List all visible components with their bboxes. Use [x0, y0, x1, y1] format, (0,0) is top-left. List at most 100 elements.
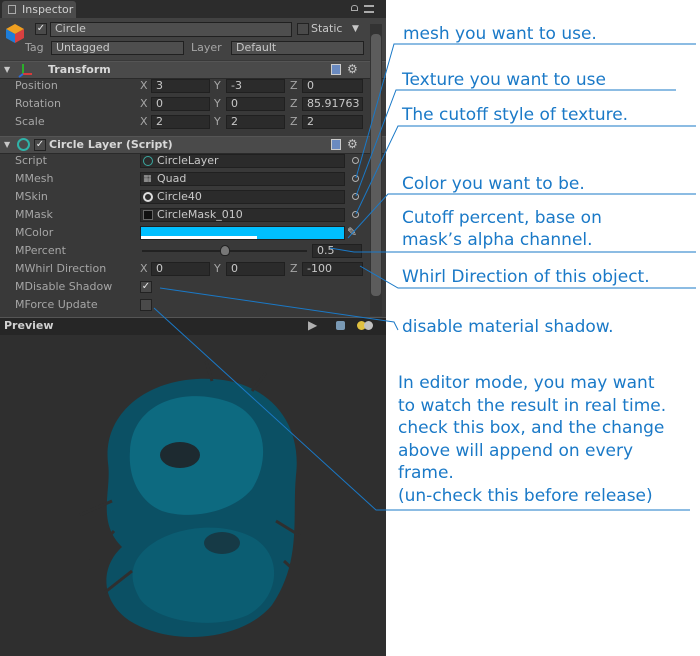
force-label: MForce Update: [15, 298, 98, 311]
transform-x-input[interactable]: 0: [151, 97, 210, 111]
tab-label: Inspector: [22, 3, 74, 16]
x-axis-label: X: [140, 79, 148, 92]
tab-inspector[interactable]: Inspector: [2, 1, 76, 18]
y-axis-label: Y: [214, 79, 221, 92]
cube-icon: [6, 24, 24, 43]
whirl-z-input[interactable]: -100: [302, 262, 363, 276]
annotation-shadow: disable material shadow.: [402, 317, 614, 337]
shadow-label: MDisable Shadow: [15, 280, 113, 293]
play-icon[interactable]: ▶: [308, 318, 317, 332]
preview-header[interactable]: [0, 317, 386, 335]
object-picker-icon[interactable]: [352, 211, 359, 218]
preview-area: [0, 335, 386, 656]
annotation-force-line: check this box, and the change: [398, 418, 665, 438]
menu-icon[interactable]: [364, 5, 374, 13]
annotation-force-line: (un-check this before release): [398, 485, 653, 506]
foldout-arrow-icon[interactable]: ▼: [4, 138, 10, 152]
color-label: MColor: [15, 226, 54, 239]
annotation-color: Color you want to be.: [402, 174, 585, 194]
annotation-percent-line1: Cutoff percent, base on: [402, 208, 602, 228]
annotation-texture: Texture you want to use: [402, 70, 606, 90]
whirl-hole-lower: [204, 532, 240, 554]
percent-input[interactable]: 0.5: [312, 244, 362, 258]
transform-y-input[interactable]: -3: [226, 79, 285, 93]
percent-label: MPercent: [15, 244, 66, 257]
texture-mask-icon: [143, 210, 153, 220]
object-picker-icon[interactable]: [352, 193, 359, 200]
script-icon: [17, 138, 30, 151]
z-axis-label: Z: [290, 79, 298, 92]
object-picker-icon[interactable]: [352, 175, 359, 182]
annotation-force-line: to watch the result in real time.: [398, 395, 667, 416]
annotation-percent-line2: mask’s alpha channel.: [402, 230, 593, 250]
mesh-value: Quad: [157, 172, 187, 185]
annotation-force-line: frame.: [398, 463, 454, 483]
layer-dropdown[interactable]: Default: [231, 41, 364, 55]
whirl-label: MWhirl Direction: [15, 262, 107, 275]
transform-x-input[interactable]: 2: [151, 115, 210, 129]
skin-field[interactable]: Circle40: [140, 190, 345, 204]
sphere-icon[interactable]: [336, 321, 345, 330]
mesh-grid-icon: ▦: [143, 174, 152, 184]
preview-label: Preview: [4, 319, 54, 332]
inspector-tab-icon: [8, 5, 16, 14]
transform-y-input[interactable]: 2: [226, 115, 285, 129]
foldout-arrow-icon[interactable]: ▼: [4, 63, 10, 77]
script-icon: [143, 156, 153, 166]
transform-row-label: Position: [15, 79, 58, 92]
preview-render: [79, 360, 308, 637]
disable-shadow-checkbox[interactable]: ✓: [140, 281, 152, 293]
tag-dropdown[interactable]: Untagged: [51, 41, 184, 55]
script-field[interactable]: CircleLayer: [140, 154, 345, 168]
book-icon[interactable]: [331, 64, 341, 75]
y-axis-label: Y: [214, 97, 221, 110]
whirl-x-input[interactable]: 0: [151, 262, 210, 276]
component-enabled-checkbox[interactable]: ✓: [34, 139, 46, 151]
object-picker-icon[interactable]: [352, 157, 359, 164]
annotation-cutoff-style: The cutoff style of texture.: [402, 105, 629, 125]
whirl-z-label: Z: [290, 262, 298, 275]
static-checkbox[interactable]: [297, 23, 309, 35]
color-alpha-bar: [141, 236, 257, 239]
mesh-field[interactable]: Quad: [140, 172, 345, 186]
force-update-checkbox[interactable]: [140, 299, 152, 311]
inspector-panel: Inspector ✓ Circle Static ▼ Tag Untagged…: [0, 0, 386, 656]
whirl-y-label: Y: [214, 262, 221, 275]
annotation-whirl: Whirl Direction of this object.: [402, 267, 650, 287]
gear-icon[interactable]: ⚙: [347, 137, 358, 151]
transform-y-input[interactable]: 0: [226, 97, 285, 111]
mesh-label: MMesh: [15, 172, 54, 185]
whirl-y-input[interactable]: 0: [226, 262, 285, 276]
lock-icon[interactable]: [351, 5, 358, 11]
annotation-mesh: mesh you want to use.: [403, 24, 597, 44]
script-value: CircleLayer: [157, 154, 219, 167]
transform-z-input[interactable]: 2: [302, 115, 363, 129]
tag-label: Tag: [25, 41, 44, 54]
mask-field[interactable]: CircleMask_010: [140, 208, 345, 222]
inspector-scrollbar-thumb[interactable]: [371, 34, 381, 296]
transform-row-label: Scale: [15, 115, 45, 128]
object-name-field[interactable]: Circle: [50, 22, 292, 37]
lights-icon-2[interactable]: [364, 321, 373, 330]
active-checkbox[interactable]: ✓: [35, 23, 47, 35]
static-dropdown-arrow[interactable]: ▼: [352, 22, 359, 36]
transform-row-label: Rotation: [15, 97, 62, 110]
whirl-hole-upper: [160, 442, 200, 468]
mask-label: MMask: [15, 208, 53, 221]
gear-icon[interactable]: ⚙: [347, 62, 358, 76]
annotation-force-line: In editor mode, you may want: [398, 373, 655, 393]
skin-value: Circle40: [157, 190, 202, 203]
circle-layer-title: Circle Layer (Script): [49, 138, 173, 151]
x-axis-label: X: [140, 115, 148, 128]
transform-z-input[interactable]: 0: [302, 79, 363, 93]
x-axis-label: X: [140, 97, 148, 110]
texture-circle-icon: [143, 192, 153, 202]
eyedropper-icon[interactable]: ✎: [347, 225, 357, 239]
transform-z-input[interactable]: 85.91763: [302, 97, 363, 111]
book-icon[interactable]: [331, 139, 341, 150]
percent-slider-thumb[interactable]: [219, 245, 230, 256]
layer-label: Layer: [191, 41, 222, 54]
whirl-x-label: X: [140, 262, 148, 275]
transform-x-input[interactable]: 3: [151, 79, 210, 93]
z-axis-label: Z: [290, 97, 298, 110]
